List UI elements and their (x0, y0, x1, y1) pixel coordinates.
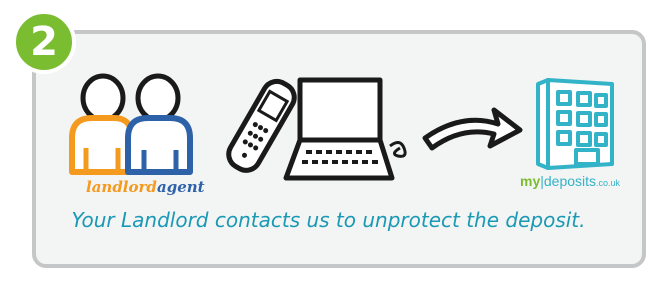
agent-person-icon (125, 73, 193, 175)
arrow-right-icon (422, 107, 523, 151)
step-panel: 2 landlord agent my|deposits.co.uk Your … (0, 0, 657, 282)
illustration: landlord agent (69, 73, 614, 196)
landlord-label: landlord (86, 178, 157, 196)
office-building-icon (536, 78, 614, 170)
step-caption: Your Landlord contacts us to unprotect t… (71, 208, 586, 232)
mydeposits-logo: my|deposits.co.uk (520, 173, 621, 189)
agent-label: agent (157, 178, 205, 196)
mobile-phone-icon (226, 78, 297, 173)
laptop-icon (283, 77, 407, 181)
landlord-person-icon (69, 73, 135, 175)
